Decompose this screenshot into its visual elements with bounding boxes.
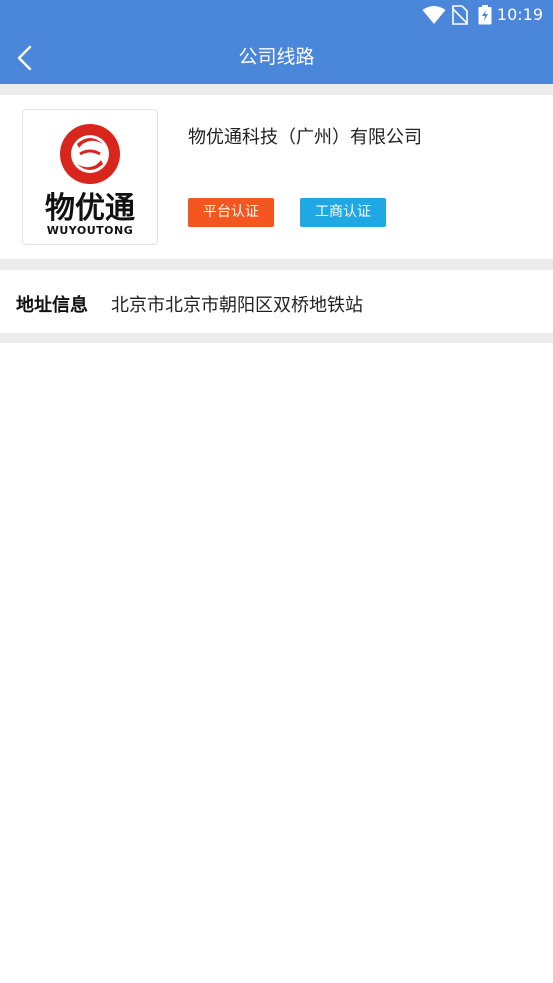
company-logo: 物优通 WUYOUTONG — [22, 109, 158, 245]
logo-chinese-text: 物优通 — [45, 191, 135, 226]
section-divider — [0, 333, 553, 343]
logo-latin-text: WUYOUTONG — [47, 224, 134, 237]
company-name: 物优通科技（广州）有限公司 — [188, 127, 422, 148]
address-row: 地址信息 北京市北京市朝阳区双桥地铁站 — [0, 270, 553, 333]
status-time: 10:19 — [496, 5, 543, 24]
app-bar: 公司线路 — [0, 30, 553, 84]
section-divider — [0, 259, 553, 270]
business-certified-badge: 工商认证 — [300, 198, 386, 227]
logo-swirl-icon — [60, 124, 120, 184]
page-title: 公司线路 — [238, 46, 315, 68]
address-label: 地址信息 — [16, 295, 88, 316]
platform-certified-badge: 平台认证 — [188, 198, 274, 227]
section-divider — [0, 84, 553, 95]
battery-charging-icon — [478, 5, 492, 25]
no-sim-icon — [452, 5, 468, 25]
address-value: 北京市北京市朝阳区双桥地铁站 — [111, 295, 363, 316]
company-card: 物优通 WUYOUTONG 物优通科技（广州）有限公司 平台认证 工商认证 — [0, 95, 553, 259]
status-bar: 10:19 — [0, 0, 553, 30]
wifi-icon — [422, 6, 446, 24]
